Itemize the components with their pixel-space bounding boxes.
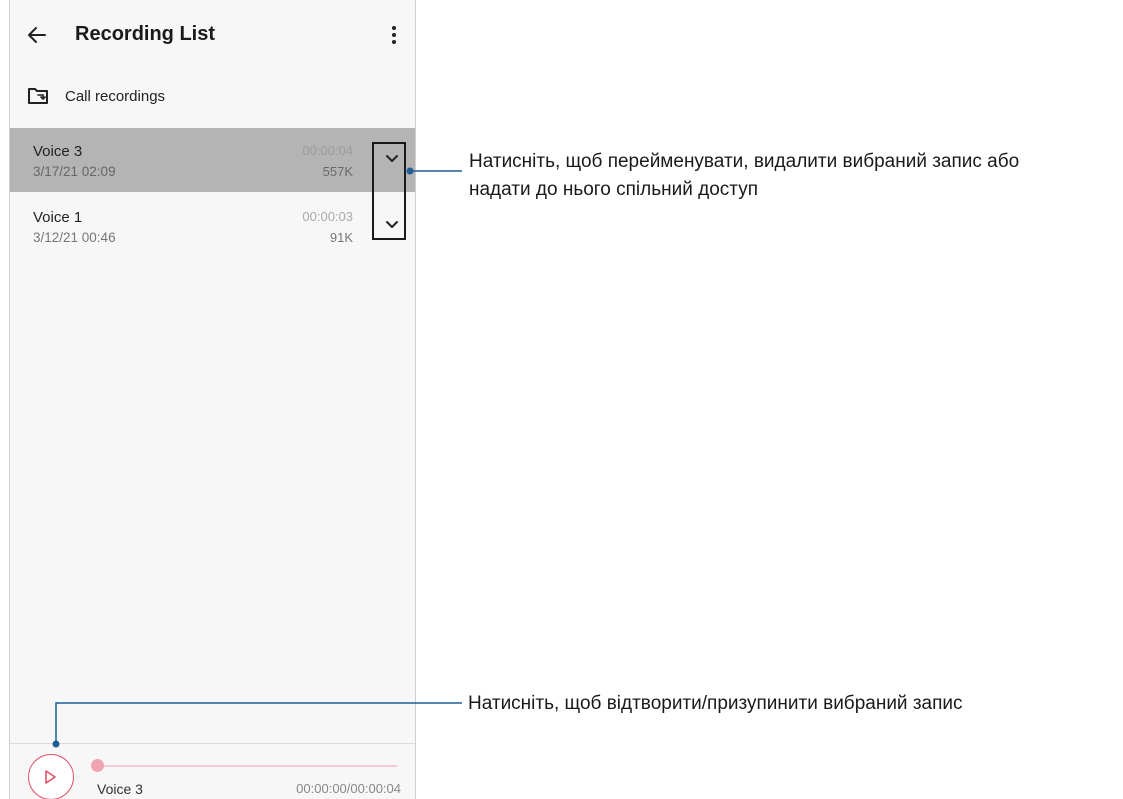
- player-time: 00:00:00/00:00:04: [296, 781, 401, 796]
- page-title: Recording List: [75, 23, 216, 45]
- player-bar: Voice 3 00:00:00/00:00:04: [10, 743, 415, 799]
- chevron-down-icon[interactable]: [379, 145, 405, 171]
- recording-duration: 00:00:04: [302, 143, 353, 158]
- folder-sync-icon: [27, 86, 49, 106]
- recording-size: 557K: [322, 164, 353, 179]
- expand-callout: Натисніть, щоб перейменувати, видалити в…: [469, 148, 1019, 204]
- expand-callout-line1: Натисніть, щоб перейменувати, видалити в…: [469, 151, 1020, 172]
- recording-name: Voice 3: [33, 143, 83, 160]
- play-button[interactable]: [28, 754, 74, 799]
- recording-name: Voice 1: [33, 209, 83, 226]
- player-recording-name: Voice 3: [97, 781, 143, 797]
- recording-date: 3/12/21 00:46: [33, 230, 116, 245]
- call-recordings-folder[interactable]: Call recordings: [10, 80, 415, 114]
- recording-item[interactable]: Voice 3 3/17/21 02:09 00:00:04 557K: [10, 128, 415, 192]
- expand-callout-line2: надати до нього спільний доступ: [469, 179, 758, 200]
- recording-item[interactable]: Voice 1 3/12/21 00:46 00:00:03 91K: [10, 194, 415, 258]
- chevron-down-icon[interactable]: [379, 211, 405, 237]
- play-callout: Натисніть, щоб відтворити/призупинити ви…: [468, 693, 963, 714]
- folder-label: Call recordings: [65, 88, 166, 105]
- play-icon: [45, 770, 56, 784]
- recording-duration: 00:00:03: [302, 209, 353, 224]
- recording-date: 3/17/21 02:09: [33, 164, 116, 179]
- recording-size: 91K: [329, 230, 353, 245]
- more-vert-icon[interactable]: [387, 22, 401, 48]
- app-bar: Recording List: [10, 0, 415, 70]
- progress-knob[interactable]: [91, 759, 104, 772]
- phone-screen: Recording List Call recordings Voice 3 3…: [9, 0, 416, 799]
- progress-slider[interactable]: [91, 759, 397, 772]
- arrow-left-icon[interactable]: [24, 22, 50, 48]
